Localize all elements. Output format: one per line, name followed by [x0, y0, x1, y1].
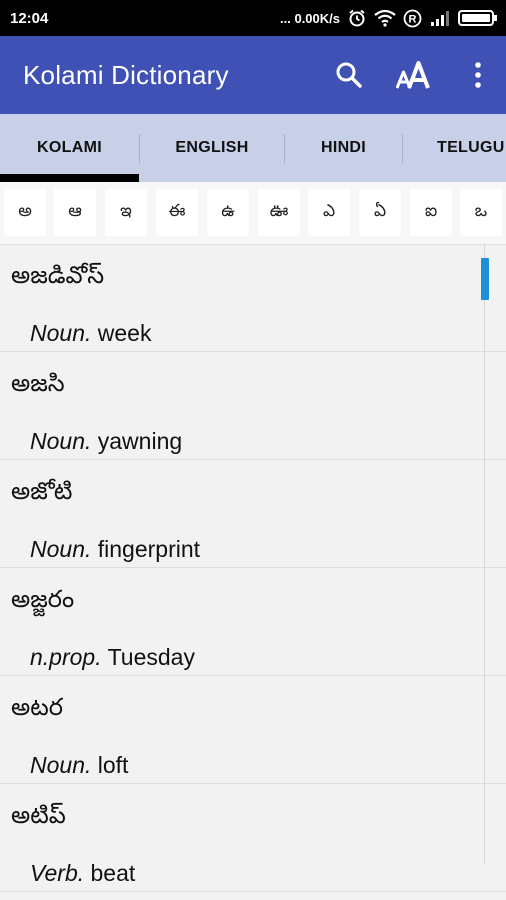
- part-of-speech: n.prop.: [30, 644, 102, 670]
- entry-definition: Noun. loft: [30, 752, 128, 779]
- status-bar: 12:04 ... 0.00K/s R: [0, 0, 506, 36]
- letter-key[interactable]: ఏ: [359, 189, 401, 236]
- selected-tab-indicator: [0, 174, 139, 182]
- more-vert-icon: [475, 62, 481, 88]
- app-bar: Kolami Dictionary: [0, 36, 506, 114]
- tab-kolami[interactable]: KOLAMI: [0, 114, 139, 182]
- more-options-button[interactable]: [450, 36, 506, 114]
- registered-icon: R: [403, 9, 422, 27]
- entry-meaning: fingerprint: [97, 536, 201, 562]
- letter-key[interactable]: అ: [4, 189, 46, 236]
- text-size-icon: [396, 61, 430, 89]
- tab-bar: KOLAMI ENGLISH HINDI TELUGU: [0, 114, 506, 182]
- list-item[interactable]: అజసి Noun. yawning: [0, 352, 506, 460]
- entry-word: అజడివోస్: [11, 262, 105, 289]
- letter-key[interactable]: ఇ: [105, 189, 147, 236]
- letter-key[interactable]: ఊ: [258, 189, 300, 236]
- text-size-button[interactable]: [378, 36, 450, 114]
- entry-word: అటర: [11, 694, 63, 721]
- entry-word: అజోటి: [11, 478, 73, 505]
- part-of-speech: Noun.: [30, 320, 92, 346]
- entry-definition: Noun. yawning: [30, 428, 182, 455]
- entry-definition: n.prop. Tuesday: [30, 644, 195, 671]
- letter-key[interactable]: ఎ: [308, 189, 350, 236]
- part-of-speech: Verb.: [30, 860, 85, 886]
- scrollbar-track[interactable]: [484, 244, 485, 864]
- entry-meaning: yawning: [97, 428, 183, 454]
- svg-text:R: R: [409, 13, 417, 25]
- search-button[interactable]: [320, 36, 378, 114]
- entry-definition: Noun. week: [30, 320, 151, 347]
- tab-english[interactable]: ENGLISH: [140, 114, 284, 182]
- entry-meaning: beat: [90, 860, 136, 886]
- letter-key[interactable]: ఒ: [460, 189, 502, 236]
- list-item[interactable]: అటర Noun. loft: [0, 676, 506, 784]
- part-of-speech: Noun.: [30, 752, 92, 778]
- letter-index-strip: అ ఆ ఇ ఈ ఉ ఊ ఎ ఏ ఐ ఒ: [0, 182, 506, 245]
- letter-key[interactable]: ఉ: [207, 189, 249, 236]
- wifi-icon: [374, 9, 396, 27]
- signal-icon: [431, 11, 449, 26]
- list-item[interactable]: అటిప్ Verb. beat: [0, 784, 506, 892]
- entry-meaning: loft: [97, 752, 129, 778]
- status-icons: ... 0.00K/s R: [280, 8, 498, 28]
- letter-key[interactable]: ఆ: [54, 189, 96, 236]
- tab-hindi[interactable]: HINDI: [285, 114, 402, 182]
- list-item[interactable]: అజోటి Noun. fingerprint: [0, 460, 506, 568]
- app-title: Kolami Dictionary: [23, 59, 229, 90]
- letter-key[interactable]: ఐ: [410, 189, 452, 236]
- list-item[interactable]: అజ్జరం n.prop. Tuesday: [0, 568, 506, 676]
- entry-definition: Noun. fingerprint: [30, 536, 200, 563]
- status-time: 12:04: [10, 9, 49, 27]
- list-item[interactable]: అజడివోస్ Noun. week: [0, 244, 506, 352]
- network-speed: ... 0.00K/s: [280, 10, 340, 26]
- alarm-icon: [349, 9, 365, 27]
- tab-telugu[interactable]: TELUGU: [403, 114, 506, 182]
- battery-icon: [458, 10, 497, 26]
- entry-meaning: week: [97, 320, 152, 346]
- app-actions: [320, 36, 506, 114]
- letter-key[interactable]: ఈ: [156, 189, 198, 236]
- entry-meaning: Tuesday: [107, 644, 195, 670]
- part-of-speech: Noun.: [30, 428, 92, 454]
- search-icon: [336, 62, 362, 88]
- entry-word: అజసి: [11, 370, 65, 397]
- entry-word: అటిప్: [11, 802, 66, 829]
- scrollbar-thumb[interactable]: [481, 258, 489, 300]
- entry-word: అజ్జరం: [11, 586, 75, 613]
- entry-definition: Verb. beat: [30, 860, 135, 887]
- part-of-speech: Noun.: [30, 536, 92, 562]
